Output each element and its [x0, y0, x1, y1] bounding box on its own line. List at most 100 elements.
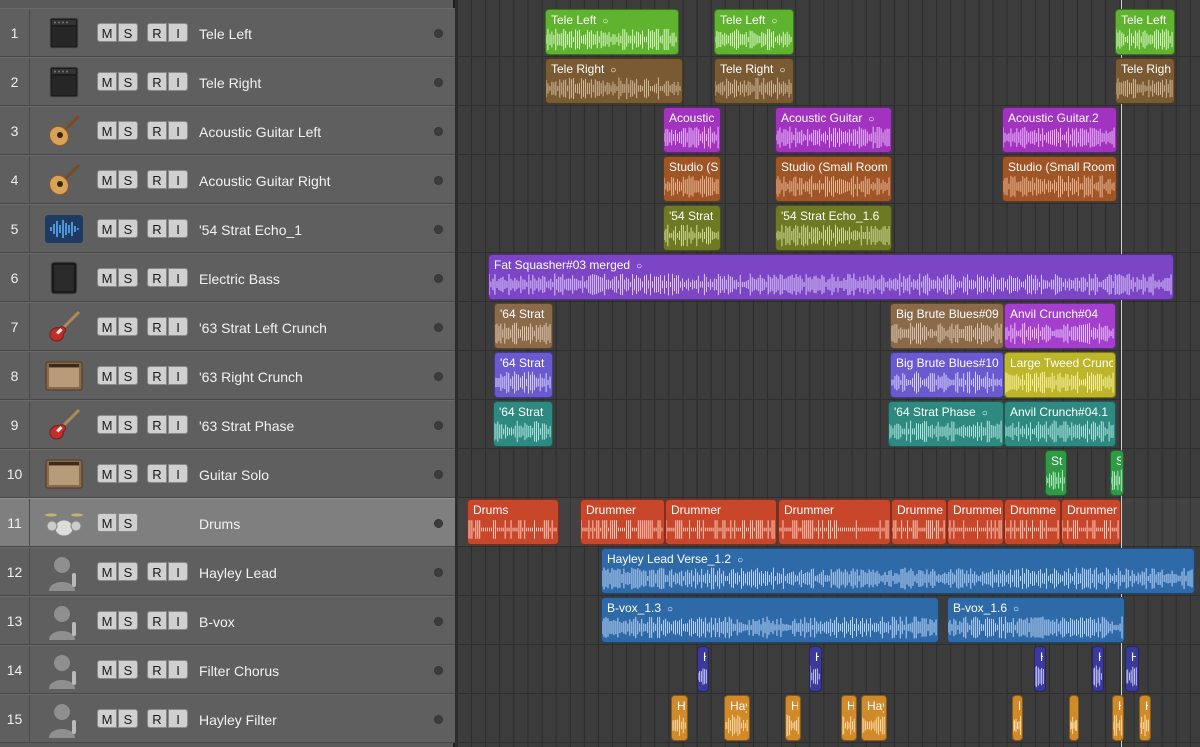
audio-region[interactable]: Studio (S — [663, 156, 721, 202]
audio-region[interactable]: Studio (Small Room — [775, 156, 892, 202]
track-header[interactable]: 2 M S R I Tele Right — [0, 57, 455, 106]
mute-button[interactable]: M — [97, 121, 117, 140]
input-monitor-button[interactable]: I — [168, 219, 188, 238]
track-name[interactable]: Drums — [199, 499, 240, 547]
electric-guitar-icon[interactable] — [44, 310, 84, 344]
track-name[interactable]: Acoustic Guitar Right — [199, 156, 331, 204]
audio-region[interactable]: H — [697, 646, 709, 692]
electric-guitar-icon[interactable] — [44, 408, 84, 442]
mute-button[interactable]: M — [97, 464, 117, 483]
input-monitor-button[interactable]: I — [168, 464, 188, 483]
record-enable-button[interactable]: R — [147, 268, 167, 287]
audio-region[interactable]: Tele Left ○ — [545, 9, 679, 55]
track-lane[interactable] — [457, 694, 1200, 743]
audio-region[interactable]: H — [1012, 695, 1023, 741]
input-monitor-button[interactable]: I — [168, 121, 188, 140]
mute-button[interactable]: M — [97, 219, 117, 238]
input-monitor-button[interactable]: I — [168, 170, 188, 189]
record-enable-button[interactable]: R — [147, 611, 167, 630]
mute-button[interactable]: M — [97, 562, 117, 581]
audio-region[interactable]: Fat Squasher#03 merged ○ — [488, 254, 1174, 300]
audio-region[interactable]: Drummer — [947, 499, 1004, 545]
input-monitor-button[interactable]: I — [168, 72, 188, 91]
audio-region[interactable]: Studio (Small Room — [1002, 156, 1117, 202]
track-header[interactable]: 12 M S R I Hayley Lead — [0, 547, 455, 596]
acoustic-guitar-icon[interactable] — [44, 114, 84, 148]
audio-region[interactable]: '64 Strat — [494, 352, 553, 398]
bass-amp-icon[interactable] — [44, 261, 84, 295]
solo-button[interactable]: S — [118, 415, 138, 434]
record-enable-button[interactable]: R — [147, 219, 167, 238]
solo-button[interactable]: S — [118, 660, 138, 679]
input-monitor-button[interactable]: I — [168, 23, 188, 42]
track-name[interactable]: B-vox — [199, 597, 235, 645]
singer-icon[interactable] — [44, 604, 84, 640]
record-enable-button[interactable]: R — [147, 464, 167, 483]
input-monitor-button[interactable]: I — [168, 660, 188, 679]
audio-region[interactable]: Drums — [467, 499, 559, 545]
track-name[interactable]: Tele Left — [199, 9, 252, 57]
record-enable-button[interactable]: R — [147, 709, 167, 728]
track-name[interactable]: '63 Strat Phase — [199, 401, 294, 449]
solo-button[interactable]: S — [118, 268, 138, 287]
track-header[interactable]: 3 M S R I Acoustic Guitar Left — [0, 106, 455, 155]
solo-button[interactable]: S — [118, 709, 138, 728]
track-header[interactable]: 4 M S R I Acoustic Guitar Right — [0, 155, 455, 204]
track-name[interactable]: Filter Chorus — [199, 646, 279, 694]
mute-button[interactable]: M — [97, 513, 117, 532]
audio-region[interactable]: Acoustic — [663, 107, 721, 153]
audio-region[interactable]: Anvil Crunch#04.1 — [1004, 401, 1116, 447]
solo-button[interactable]: S — [118, 464, 138, 483]
singer-icon[interactable] — [44, 702, 84, 738]
track-lane[interactable] — [457, 449, 1200, 498]
audio-region[interactable]: Acoustic Guitar ○ — [775, 107, 892, 153]
input-monitor-button[interactable]: I — [168, 366, 188, 385]
amp-head-icon[interactable] — [44, 65, 84, 99]
mute-button[interactable]: M — [97, 366, 117, 385]
record-enable-button[interactable]: R — [147, 72, 167, 91]
track-header[interactable]: 10 M S R I Guitar Solo — [0, 449, 455, 498]
audio-region[interactable]: B-vox_1.3 ○ — [601, 597, 939, 643]
audio-region[interactable]: Big Brute Blues#10 — [890, 352, 1004, 398]
solo-button[interactable]: S — [118, 23, 138, 42]
mute-button[interactable]: M — [97, 660, 117, 679]
audio-region[interactable]: St — [1045, 450, 1067, 496]
record-enable-button[interactable]: R — [147, 660, 167, 679]
mute-button[interactable]: M — [97, 72, 117, 91]
solo-button[interactable]: S — [118, 72, 138, 91]
audio-region[interactable]: Drummer — [665, 499, 777, 545]
audio-region[interactable]: Hay — [861, 695, 887, 741]
solo-button[interactable]: S — [118, 562, 138, 581]
audio-region[interactable]: B-vox_1.6 ○ — [947, 597, 1125, 643]
input-monitor-button[interactable]: I — [168, 317, 188, 336]
track-header[interactable]: 11 M S Drums — [0, 498, 455, 547]
solo-button[interactable]: S — [118, 121, 138, 140]
track-header[interactable]: 1 M S R I Tele Left — [0, 8, 455, 57]
record-enable-button[interactable]: R — [147, 121, 167, 140]
audio-region[interactable]: Drummer — [1061, 499, 1121, 545]
audio-region[interactable]: Drummer — [778, 499, 891, 545]
solo-button[interactable]: S — [118, 513, 138, 532]
combo-amp-icon[interactable] — [44, 359, 84, 393]
audio-region[interactable]: H — [1125, 646, 1139, 692]
track-name[interactable]: Guitar Solo — [199, 450, 269, 498]
audio-region[interactable]: H — [785, 695, 801, 741]
track-name[interactable]: Hayley Lead — [199, 548, 277, 596]
track-header[interactable]: 8 M S R I '63 Right Crunch — [0, 351, 455, 400]
audio-region[interactable]: '64 Strat — [494, 303, 553, 349]
mute-button[interactable]: M — [97, 23, 117, 42]
audio-region[interactable]: H — [1034, 646, 1046, 692]
input-monitor-button[interactable]: I — [168, 562, 188, 581]
audio-region[interactable]: Acoustic Guitar.2 — [1002, 107, 1117, 153]
audio-region[interactable]: Tele Righ — [1115, 58, 1175, 104]
input-monitor-button[interactable]: I — [168, 415, 188, 434]
track-name[interactable]: '63 Strat Left Crunch — [199, 303, 327, 351]
track-header[interactable]: 14 M S R I Filter Chorus — [0, 645, 455, 694]
audio-region[interactable]: Tele Left ○ — [714, 9, 794, 55]
input-monitor-button[interactable]: I — [168, 268, 188, 287]
audio-region[interactable]: Tele Right ○ — [714, 58, 794, 104]
record-enable-button[interactable]: R — [147, 415, 167, 434]
audio-region[interactable]: H — [671, 695, 688, 741]
record-enable-button[interactable]: R — [147, 562, 167, 581]
audio-region[interactable]: Drumme — [891, 499, 947, 545]
